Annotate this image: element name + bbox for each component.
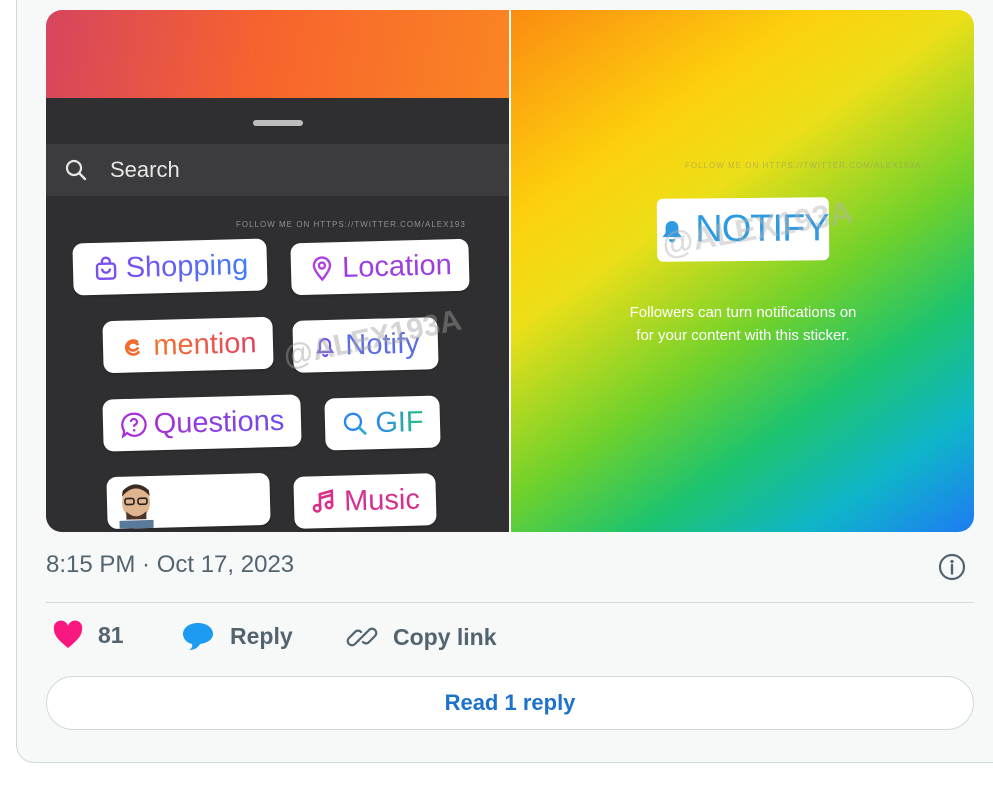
caption-line: Followers can turn notifications on [629, 304, 857, 321]
watermark-text: FOLLOW ME ON HTTPS://TWITTER.COM/ALEX193… [685, 161, 922, 170]
sticker-label: Shopping [125, 248, 249, 284]
notify-caption: Followers can turn notifications on for … [567, 301, 919, 347]
music-note-icon [312, 489, 334, 513]
copy-link-label: Copy link [393, 623, 497, 650]
shopping-bag-icon [95, 256, 117, 281]
tweet-timestamp[interactable]: 8:15 PM · Oct 17, 2023 [46, 551, 294, 579]
like-button[interactable]: 81 [52, 620, 124, 650]
location-pin-icon [312, 256, 332, 282]
copy-link-button[interactable]: Copy link [345, 620, 497, 654]
divider [46, 602, 974, 603]
tweet-media[interactable]: Search FOLLOW ME ON HTTPS://TWITTER.COM/… [46, 10, 974, 532]
search-icon [344, 412, 367, 435]
reply-button[interactable]: Reply [180, 620, 293, 652]
caption-line: for your content with this sticker. [636, 327, 850, 344]
sticker-label: mention [152, 326, 257, 362]
sticker-label: GIF [374, 405, 425, 439]
reply-label: Reply [230, 622, 293, 649]
link-icon [346, 627, 378, 647]
reply-bubble-icon [183, 623, 213, 650]
notify-sticker-preview: FOLLOW ME ON HTTPS://TWITTER.COM/ALEX193… [511, 10, 974, 532]
search-icon [65, 159, 87, 181]
sticker-avatar [106, 472, 271, 530]
sticker-search-bar: Search [46, 144, 509, 196]
like-count: 81 [98, 621, 124, 648]
sticker-mention: mention [102, 316, 274, 374]
sticker-questions: Questions [102, 394, 302, 452]
sticker-gif: GIF [324, 395, 441, 451]
question-icon [120, 412, 147, 439]
drag-handle [253, 120, 303, 126]
sticker-music: Music [293, 473, 437, 529]
info-icon[interactable] [936, 551, 968, 583]
sticker-label: Music [343, 483, 421, 518]
search-placeholder: Search [110, 157, 180, 182]
sticker-sheet: Search FOLLOW ME ON HTTPS://TWITTER.COM/… [46, 98, 509, 532]
sticker-tray-screenshot: Search FOLLOW ME ON HTTPS://TWITTER.COM/… [46, 10, 509, 532]
heart-icon [53, 620, 83, 648]
threads-icon [125, 339, 141, 356]
sticker-label: Questions [153, 404, 285, 440]
read-replies-label: Read 1 reply [444, 690, 576, 715]
watermark-text: FOLLOW ME ON HTTPS://TWITTER.COM/ALEX193 [236, 220, 466, 229]
sticker-label: Location [341, 248, 453, 284]
sticker-location: Location [290, 238, 470, 296]
sticker-shopping: Shopping [72, 238, 268, 296]
read-replies-button[interactable]: Read 1 reply [46, 676, 974, 730]
avatar-icon [119, 484, 154, 529]
